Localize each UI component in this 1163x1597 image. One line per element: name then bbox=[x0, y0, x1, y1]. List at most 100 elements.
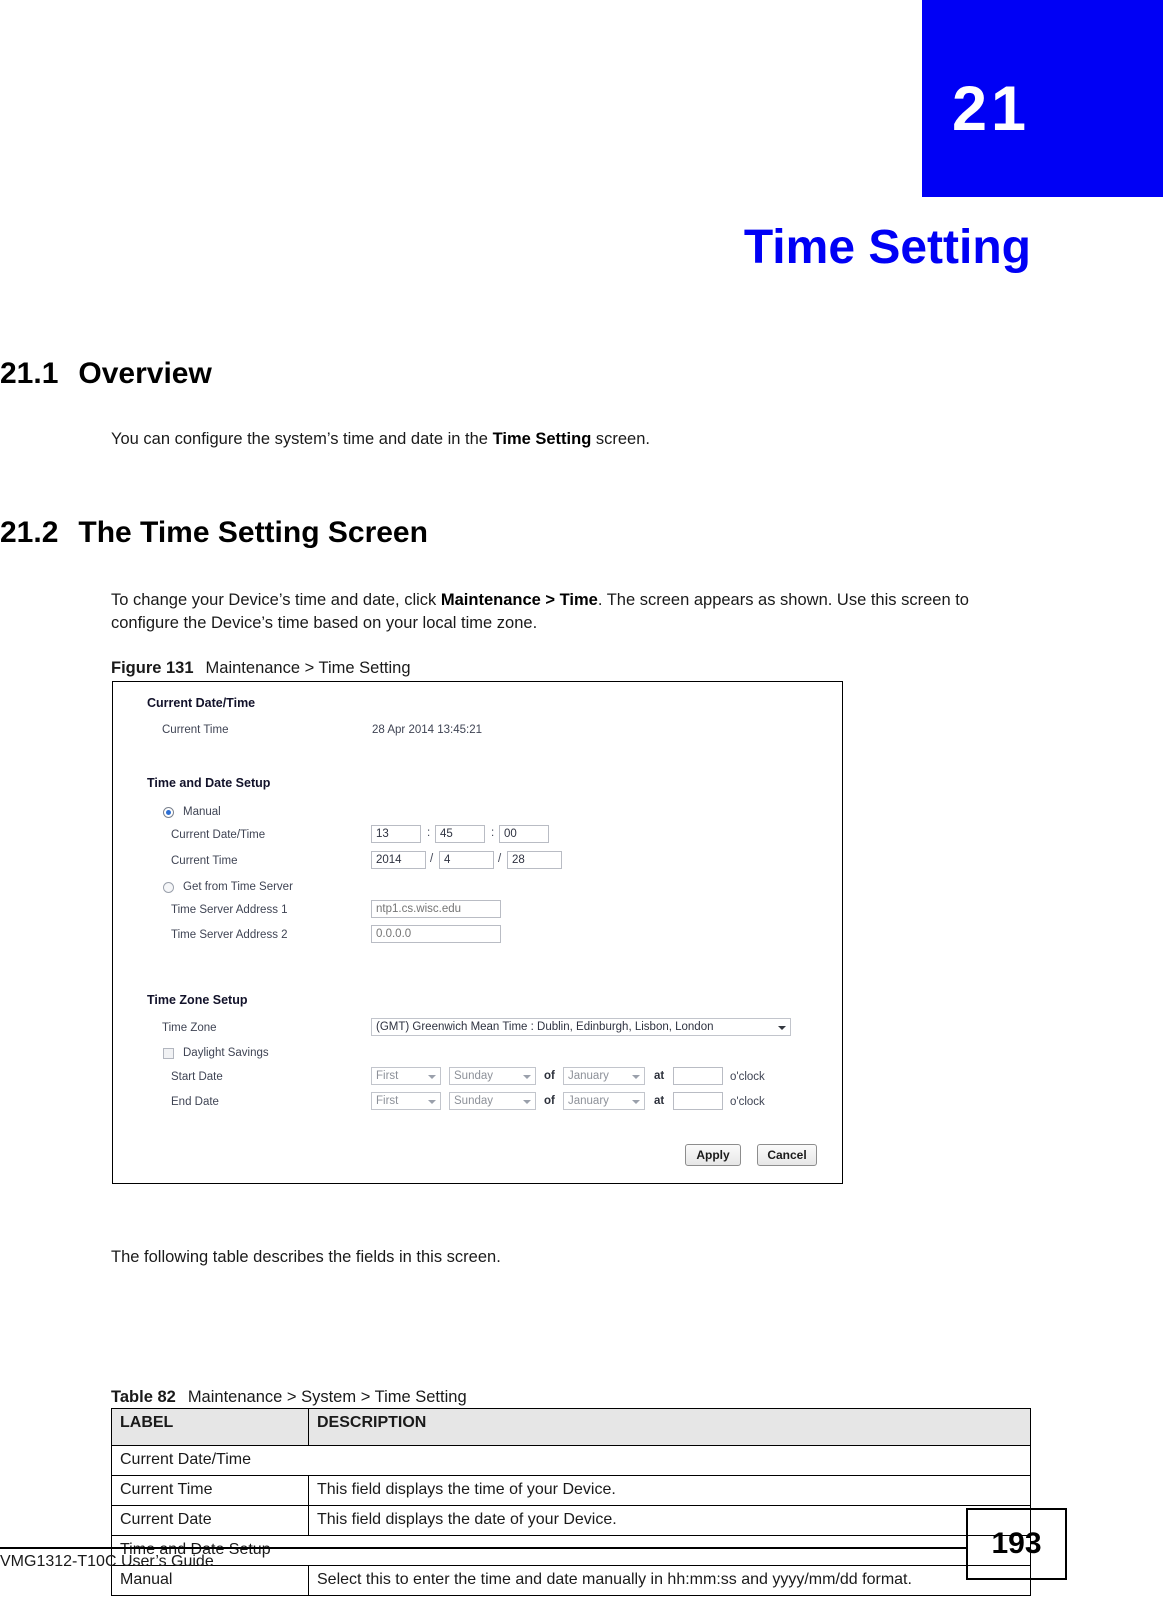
page-number: 193 bbox=[991, 1527, 1042, 1560]
page-number-box: 193 bbox=[966, 1508, 1067, 1580]
manual-minute-input[interactable] bbox=[435, 825, 485, 843]
start-date-ordinal-select[interactable]: First bbox=[371, 1067, 441, 1085]
start-date-month-select[interactable]: January bbox=[563, 1067, 645, 1085]
table-row: Current Time This field displays the tim… bbox=[111, 1475, 1031, 1506]
manual-radio[interactable] bbox=[163, 807, 174, 818]
section-title-overview: Overview bbox=[78, 357, 212, 390]
chevron-down-icon bbox=[523, 1075, 531, 1079]
time-zone-label: Time Zone bbox=[162, 1022, 217, 1034]
current-time-label: Current Time bbox=[162, 724, 229, 736]
manual-datetime-label: Current Date/Time bbox=[171, 829, 266, 841]
manual-month-input[interactable] bbox=[439, 851, 494, 869]
table-row: Current Date/Time bbox=[111, 1445, 1031, 1476]
year-month-separator: / bbox=[430, 853, 434, 865]
end-date-label: End Date bbox=[171, 1096, 219, 1108]
figure-screenshot: Current Date/Time Current Time 28 Apr 20… bbox=[112, 681, 843, 1184]
start-date-month-value: January bbox=[568, 1070, 609, 1082]
chevron-down-icon bbox=[632, 1075, 640, 1079]
overview-text-pre: You can configure the system’s time and … bbox=[111, 430, 493, 448]
manual-year-input[interactable] bbox=[371, 851, 426, 869]
start-date-weekday-value: Sunday bbox=[454, 1070, 494, 1082]
table-row: Time and Date Setup bbox=[111, 1535, 1031, 1566]
field-description-table: LABEL DESCRIPTION Current Date/Time Curr… bbox=[111, 1408, 1031, 1596]
time-zone-selected-value: (GMT) Greenwich Mean Time : Dublin, Edin… bbox=[376, 1021, 714, 1033]
end-date-of-label: of bbox=[544, 1095, 555, 1107]
overview-text-post: screen. bbox=[591, 430, 650, 448]
manual-radio-label: Manual bbox=[183, 806, 221, 818]
end-date-oclock-label: o'clock bbox=[730, 1096, 765, 1108]
minute-second-separator: : bbox=[491, 827, 495, 839]
start-date-at-label: at bbox=[654, 1070, 665, 1082]
manual-hour-input[interactable] bbox=[371, 825, 421, 843]
table-cell-group-label: Current Date/Time bbox=[111, 1445, 1031, 1476]
overview-paragraph: You can configure the system’s time and … bbox=[111, 428, 1011, 451]
table-caption-text: Maintenance > System > Time Setting bbox=[187, 1388, 467, 1406]
start-date-label: Start Date bbox=[171, 1071, 223, 1083]
end-date-at-label: at bbox=[654, 1095, 665, 1107]
cancel-button[interactable]: Cancel bbox=[757, 1144, 817, 1166]
time-zone-select[interactable]: (GMT) Greenwich Mean Time : Dublin, Edin… bbox=[371, 1018, 791, 1036]
end-date-month-value: January bbox=[568, 1095, 609, 1107]
table-row: Manual Select this to enter the time and… bbox=[111, 1565, 1031, 1596]
overview-text-bold: Time Setting bbox=[492, 430, 592, 448]
month-day-separator: / bbox=[498, 853, 502, 865]
manual-second-input[interactable] bbox=[499, 825, 549, 843]
chevron-down-icon bbox=[428, 1100, 436, 1104]
daylight-savings-label: Daylight Savings bbox=[183, 1047, 269, 1059]
start-date-of-label: of bbox=[544, 1070, 555, 1082]
current-datetime-section-title: Current Date/Time bbox=[147, 696, 256, 710]
time-date-setup-section-title: Time and Date Setup bbox=[147, 776, 271, 790]
hour-minute-separator: : bbox=[427, 827, 431, 839]
end-date-ordinal-select[interactable]: First bbox=[371, 1092, 441, 1110]
table-header-description: DESCRIPTION bbox=[308, 1408, 1031, 1446]
chevron-down-icon bbox=[778, 1026, 786, 1030]
table-label: Table 82 bbox=[111, 1388, 176, 1406]
section-heading-screen: 21.2 The Time Setting Screen bbox=[0, 516, 428, 550]
start-date-weekday-select[interactable]: Sunday bbox=[449, 1067, 536, 1085]
chevron-down-icon bbox=[523, 1100, 531, 1104]
end-date-month-select[interactable]: January bbox=[563, 1092, 645, 1110]
daylight-savings-checkbox[interactable] bbox=[163, 1048, 174, 1059]
section-heading-overview: 21.1 Overview bbox=[0, 357, 212, 391]
section-number-screen: 21.2 bbox=[0, 516, 59, 549]
time-server-radio-label: Get from Time Server bbox=[183, 881, 293, 893]
start-date-oclock-label: o'clock bbox=[730, 1071, 765, 1083]
end-date-hour-input[interactable] bbox=[673, 1092, 723, 1110]
table-body: Current Date/Time Current Time This fiel… bbox=[111, 1445, 1031, 1596]
time-server-address-2-input[interactable] bbox=[371, 925, 501, 943]
end-date-weekday-value: Sunday bbox=[454, 1095, 494, 1107]
table-header-row: LABEL DESCRIPTION bbox=[111, 1408, 1031, 1446]
router-time-settings-screen: Current Date/Time Current Time 28 Apr 20… bbox=[113, 682, 842, 1183]
end-date-weekday-select[interactable]: Sunday bbox=[449, 1092, 536, 1110]
manual-date-label: Current Time bbox=[171, 855, 238, 867]
apply-button[interactable]: Apply bbox=[685, 1144, 741, 1166]
time-server-address-2-label: Time Server Address 2 bbox=[171, 929, 288, 941]
table-header-label: LABEL bbox=[111, 1408, 309, 1446]
table-cell-description: Select this to enter the time and date m… bbox=[308, 1565, 1031, 1596]
chevron-down-icon bbox=[428, 1075, 436, 1079]
manual-day-input[interactable] bbox=[507, 851, 562, 869]
section-title-screen: The Time Setting Screen bbox=[78, 516, 428, 549]
chapter-number: 21 bbox=[952, 74, 1031, 144]
table-cell-label: Current Date bbox=[111, 1505, 309, 1536]
footer-divider bbox=[0, 1547, 968, 1549]
table-cell-description: This field displays the time of your Dev… bbox=[308, 1475, 1031, 1506]
table-caption: Table 82 Maintenance > System > Time Sett… bbox=[111, 1388, 467, 1407]
table-row: Current Date This field displays the dat… bbox=[111, 1505, 1031, 1536]
figure-label: Figure 131 bbox=[111, 659, 194, 677]
time-server-address-1-label: Time Server Address 1 bbox=[171, 904, 288, 916]
chevron-down-icon bbox=[632, 1100, 640, 1104]
table-cell-description: This field displays the date of your Dev… bbox=[308, 1505, 1031, 1536]
screen-paragraph: To change your Device’s time and date, c… bbox=[111, 589, 1041, 635]
figure-caption: Figure 131 Maintenance > Time Setting bbox=[111, 659, 411, 678]
footer-guide-title: VMG1312-T10C User’s Guide bbox=[0, 1553, 214, 1570]
figure-caption-text: Maintenance > Time Setting bbox=[205, 659, 411, 677]
chapter-banner: 21 bbox=[922, 0, 1163, 197]
time-server-radio[interactable] bbox=[163, 882, 174, 893]
table-intro-paragraph: The following table describes the fields… bbox=[111, 1248, 501, 1266]
table-cell-label: Current Time bbox=[111, 1475, 309, 1506]
start-date-hour-input[interactable] bbox=[673, 1067, 723, 1085]
chapter-title: Time Setting bbox=[743, 221, 1031, 274]
time-server-address-1-input[interactable] bbox=[371, 900, 501, 918]
screen-text-bold: Maintenance > Time bbox=[440, 591, 598, 609]
